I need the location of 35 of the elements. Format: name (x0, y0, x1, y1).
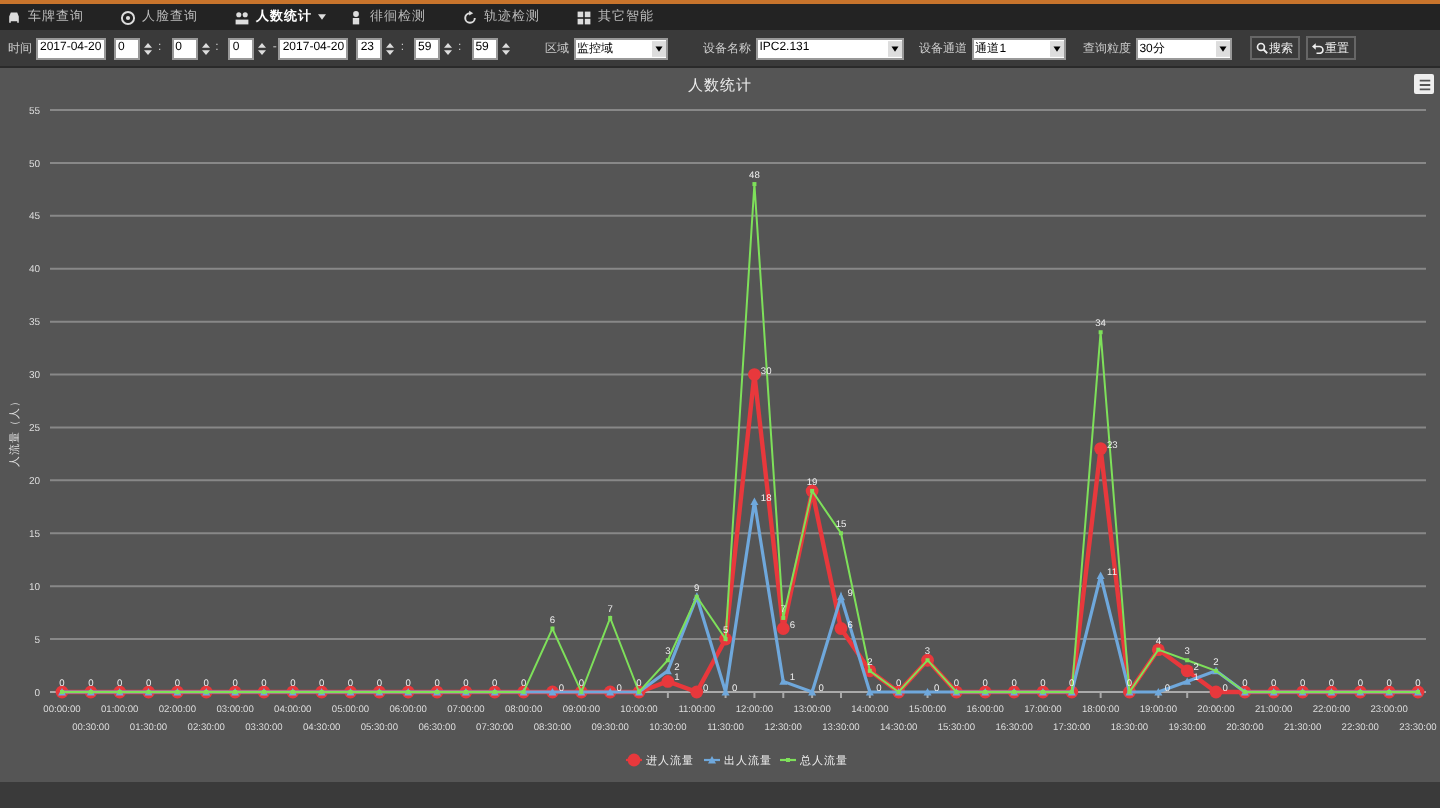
search-icon (1255, 42, 1268, 54)
data-point (923, 688, 932, 696)
legend-marker (627, 753, 641, 767)
legend-marker (708, 756, 716, 764)
data-point (1094, 442, 1108, 455)
legend-marker (786, 758, 790, 762)
dropdown-icon (1049, 39, 1064, 57)
data-point (865, 688, 874, 696)
grid-icon (576, 9, 592, 25)
data-point (837, 592, 845, 601)
car-icon (6, 9, 22, 25)
data-point (608, 615, 613, 620)
person-icon (348, 9, 364, 25)
menu-icon[interactable] (1414, 74, 1434, 94)
data-point (721, 688, 730, 696)
data-point (1096, 571, 1105, 579)
data-point (834, 622, 848, 635)
spinner-icon[interactable] (144, 41, 152, 55)
dropdown-icon (651, 39, 666, 57)
target-icon (120, 9, 136, 25)
dropdown-icon (887, 39, 902, 57)
undo-icon (1311, 42, 1324, 54)
data-point (1209, 685, 1223, 699)
data-point (808, 688, 817, 696)
data-point (750, 497, 759, 505)
data-point (752, 182, 757, 187)
data-point (1098, 330, 1103, 335)
data-point (748, 368, 761, 381)
data-point (690, 685, 704, 699)
data-point (550, 626, 555, 631)
data-point (779, 677, 788, 685)
data-point (1154, 688, 1163, 696)
people-icon (234, 9, 250, 25)
dropdown-icon (1215, 39, 1230, 57)
refresh-icon (462, 9, 478, 25)
